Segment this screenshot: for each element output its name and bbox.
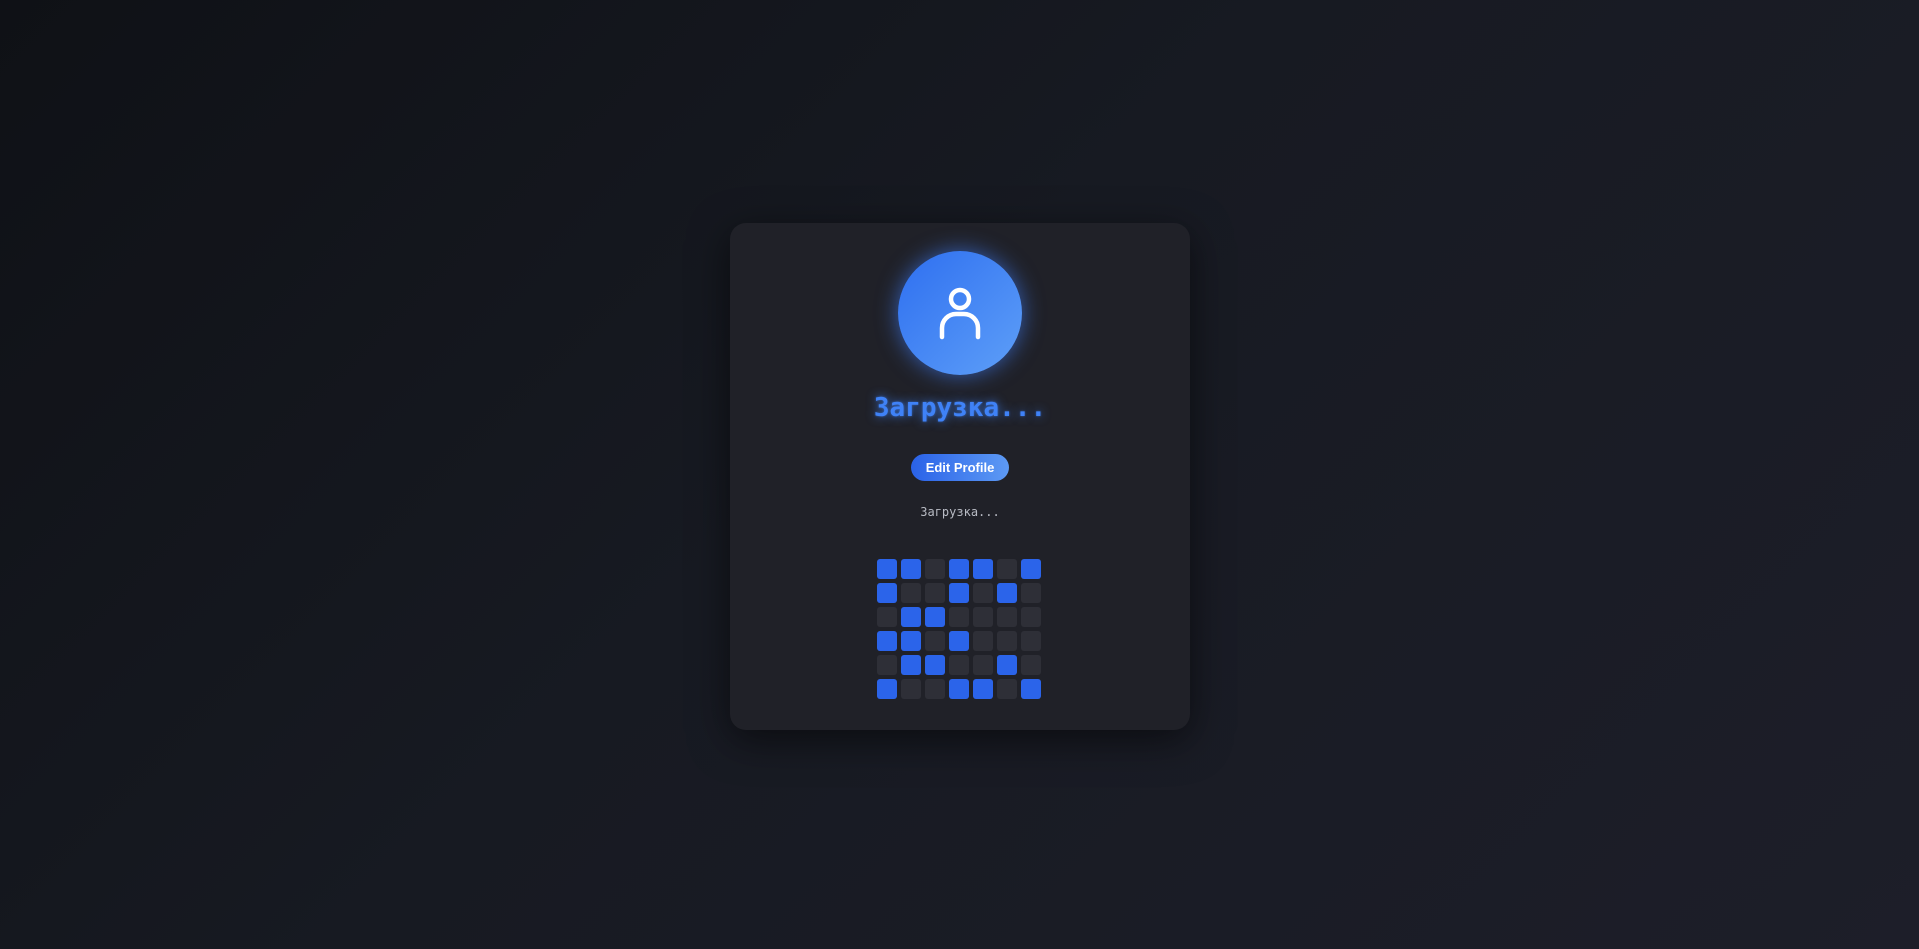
identicon-cell — [901, 607, 921, 627]
profile-card: Загрузка... Edit Profile Загрузка... — [730, 223, 1190, 730]
identicon-cell — [877, 631, 897, 651]
edit-profile-button[interactable]: Edit Profile — [911, 454, 1009, 481]
identicon-cell — [997, 559, 1017, 579]
identicon-cell — [949, 559, 969, 579]
identicon-cell — [973, 679, 993, 699]
profile-title: Загрузка... — [873, 393, 1047, 423]
identicon-cell — [1021, 631, 1041, 651]
identicon-cell — [973, 631, 993, 651]
user-icon — [939, 287, 981, 340]
identicon-cell — [997, 631, 1017, 651]
identicon-cell — [1021, 583, 1041, 603]
identicon-cell — [997, 679, 1017, 699]
identicon-cell — [973, 583, 993, 603]
identicon-cell — [973, 607, 993, 627]
identicon-cell — [997, 583, 1017, 603]
identicon-cell — [925, 631, 945, 651]
identicon-cell — [877, 607, 897, 627]
identicon-cell — [1021, 607, 1041, 627]
identicon-cell — [901, 631, 921, 651]
identicon-cell — [1021, 655, 1041, 675]
identicon-cell — [877, 583, 897, 603]
identicon-cell — [877, 655, 897, 675]
identicon-cell — [973, 559, 993, 579]
avatar — [898, 251, 1022, 375]
identicon-cell — [925, 607, 945, 627]
identicon-cell — [901, 559, 921, 579]
identicon-cell — [925, 655, 945, 675]
identicon-cell — [973, 655, 993, 675]
identicon-cell — [997, 607, 1017, 627]
identicon-cell — [901, 679, 921, 699]
identicon-cell — [877, 679, 897, 699]
status-text: Загрузка... — [920, 505, 1000, 519]
identicon-cell — [925, 679, 945, 699]
identicon-cell — [949, 631, 969, 651]
identicon-cell — [949, 679, 969, 699]
identicon-cell — [925, 559, 945, 579]
identicon-cell — [877, 559, 897, 579]
identicon-cell — [949, 583, 969, 603]
identicon-cell — [901, 655, 921, 675]
identicon-cell — [1021, 559, 1041, 579]
identicon-cell — [1021, 679, 1041, 699]
identicon-cell — [949, 607, 969, 627]
identicon-grid — [877, 559, 1041, 699]
identicon-cell — [925, 583, 945, 603]
identicon-cell — [901, 583, 921, 603]
identicon-cell — [997, 655, 1017, 675]
identicon-cell — [949, 655, 969, 675]
